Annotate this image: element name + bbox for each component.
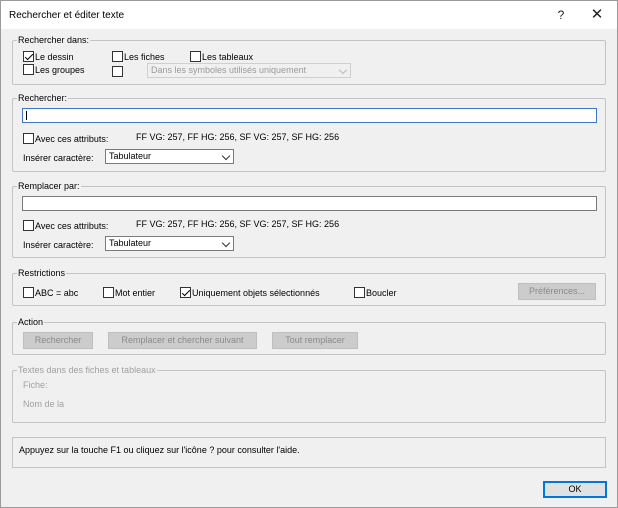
tables-checkbox[interactable] — [190, 51, 201, 62]
drawing-checkbox[interactable] — [23, 51, 34, 62]
replace-attributes-value: FF VG: 257, FF HG: 256, SF VG: 257, SF H… — [136, 219, 340, 229]
help-icon[interactable]: ? — [547, 5, 575, 25]
replace-legend: Remplacer par: — [17, 181, 81, 192]
symbols-select-value: Dans les symboles utilisés uniquement — [151, 65, 307, 75]
sheet-label: Fiche: — [23, 380, 48, 390]
search-in-legend: Rechercher dans: — [17, 35, 91, 46]
selected-only-label: Uniquement objets sélectionnés — [192, 288, 320, 298]
tables-label: Les tableaux — [202, 52, 254, 62]
help-box: Appuyez sur la touche F1 ou cliquez sur … — [12, 437, 606, 468]
replace-insert-select[interactable]: Tabulateur — [105, 236, 234, 251]
chevron-down-icon — [221, 151, 231, 161]
preferences-button[interactable]: Préférences... — [518, 283, 596, 300]
replace-input[interactable] — [22, 196, 597, 211]
groups-checkbox[interactable] — [23, 64, 34, 75]
find-input[interactable] — [22, 108, 597, 123]
symbols-checkbox[interactable] — [112, 66, 123, 77]
symbols-select[interactable]: Dans les symboles utilisés uniquement — [147, 63, 351, 78]
dialog-window: Rechercher et éditer texte ? ✕ Recherche… — [0, 0, 618, 508]
texts-legend: Textes dans des fiches et tableaux — [17, 365, 157, 376]
replace-all-button[interactable]: Tout remplacer — [272, 332, 358, 349]
find-attributes-value: FF VG: 257, FF HG: 256, SF VG: 257, SF H… — [136, 132, 340, 142]
restrictions-legend: Restrictions — [17, 268, 67, 279]
chevron-down-icon — [221, 238, 231, 248]
find-legend: Rechercher: — [17, 93, 69, 104]
sheets-label: Les fiches — [124, 52, 165, 62]
case-label: ABC = abc — [35, 288, 79, 298]
replace-attributes-label: Avec ces attributs: — [35, 221, 109, 231]
groups-label: Les groupes — [35, 65, 85, 75]
sheets-checkbox[interactable] — [112, 51, 123, 62]
help-text: Appuyez sur la touche F1 ou cliquez sur … — [19, 445, 300, 455]
find-insert-label: Insérer caractère: — [23, 153, 94, 163]
replace-insert-label: Insérer caractère: — [23, 240, 94, 250]
drawing-label: Le dessin — [35, 52, 74, 62]
replace-attributes-checkbox[interactable] — [23, 220, 34, 231]
find-insert-select[interactable]: Tabulateur — [105, 149, 234, 164]
selected-only-checkbox[interactable] — [180, 287, 191, 298]
close-icon[interactable]: ✕ — [583, 5, 611, 25]
loop-checkbox[interactable] — [354, 287, 365, 298]
replace-next-button[interactable]: Remplacer et chercher suivant — [108, 332, 257, 349]
loop-label: Boucler — [366, 288, 397, 298]
find-attributes-checkbox[interactable] — [23, 133, 34, 144]
case-checkbox[interactable] — [23, 287, 34, 298]
texts-group: Textes dans des fiches et tableaux — [12, 365, 606, 423]
ok-button[interactable]: OK — [543, 481, 607, 498]
name-label: Nom de la — [23, 399, 65, 409]
search-button[interactable]: Rechercher — [23, 332, 93, 349]
find-attributes-label: Avec ces attributs: — [35, 134, 109, 144]
replace-insert-value: Tabulateur — [109, 238, 152, 248]
window-title: Rechercher et éditer texte — [9, 10, 125, 21]
title-bar: Rechercher et éditer texte ? ✕ — [1, 1, 617, 29]
find-insert-value: Tabulateur — [109, 151, 152, 161]
whole-word-checkbox[interactable] — [103, 287, 114, 298]
chevron-down-icon — [338, 65, 348, 75]
action-legend: Action — [17, 317, 45, 328]
whole-word-label: Mot entier — [115, 288, 156, 298]
text-caret — [26, 111, 27, 120]
